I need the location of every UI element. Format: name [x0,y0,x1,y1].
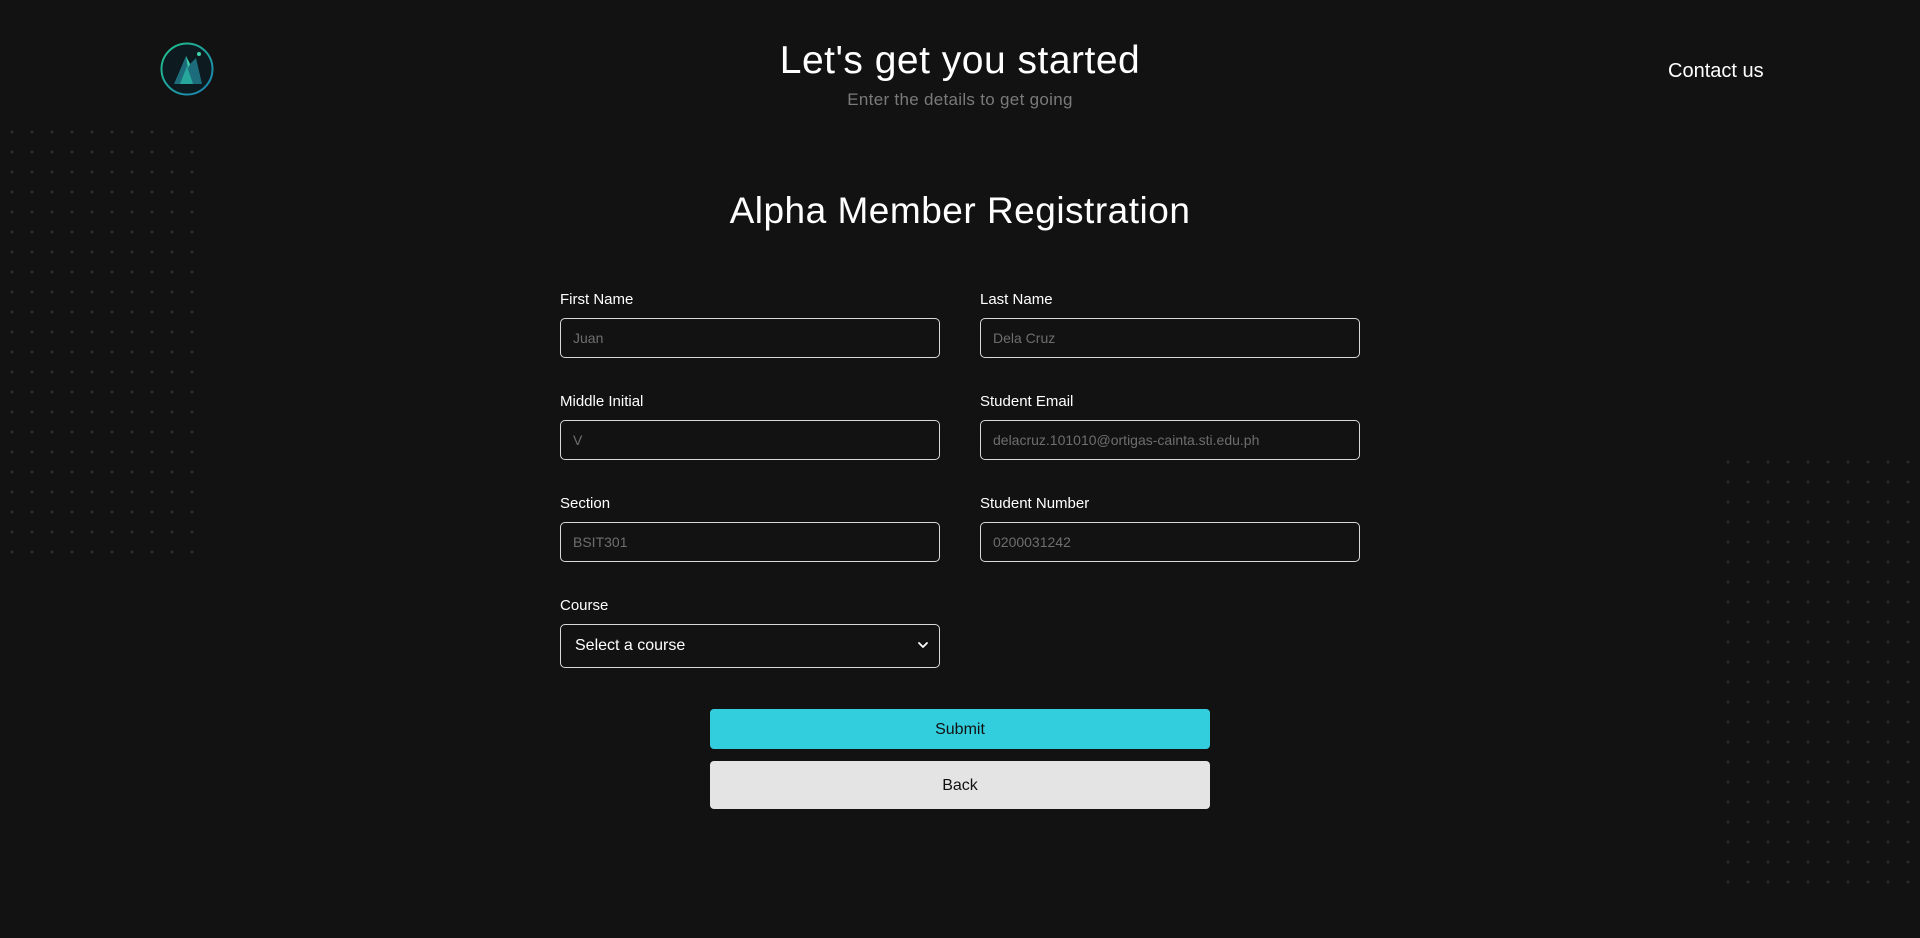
first-name-group: First Name [560,291,940,358]
student-number-input[interactable] [980,522,1360,562]
page-header: Let's get you started Enter the details … [0,36,1920,110]
course-group: Course Select a course [560,597,940,668]
page-subtitle: Enter the details to get going [847,90,1073,109]
middle-initial-input[interactable] [560,420,940,460]
page-title: Let's get you started [779,39,1141,82]
section-input[interactable] [560,522,940,562]
student-email-group: Student Email [980,393,1360,460]
chevron-down-icon [918,642,928,648]
dot-pattern-right [1716,450,1920,900]
first-name-label: First Name [560,291,634,308]
first-name-input[interactable] [560,318,940,358]
contact-us-link[interactable]: Contact us [1668,60,1764,83]
course-select-value: Select a course [575,637,686,654]
middle-initial-label: Middle Initial [560,393,644,410]
submit-button[interactable]: Submit [710,709,1210,749]
student-number-group: Student Number [980,495,1360,562]
registration-page: Let's get you started Enter the details … [0,0,1920,938]
back-button[interactable]: Back [710,761,1210,809]
dot-pattern-left [0,120,200,565]
last-name-group: Last Name [980,291,1360,358]
last-name-input[interactable] [980,318,1360,358]
course-label: Course [560,597,609,614]
student-number-label: Student Number [980,495,1090,512]
section-label: Section [560,495,611,512]
student-email-label: Student Email [980,393,1074,410]
last-name-label: Last Name [980,291,1053,308]
student-email-input[interactable] [980,420,1360,460]
form-title: Alpha Member Registration [729,190,1191,231]
section-group: Section [560,495,940,562]
middle-initial-group: Middle Initial [560,393,940,460]
course-select[interactable]: Select a course [560,624,940,668]
